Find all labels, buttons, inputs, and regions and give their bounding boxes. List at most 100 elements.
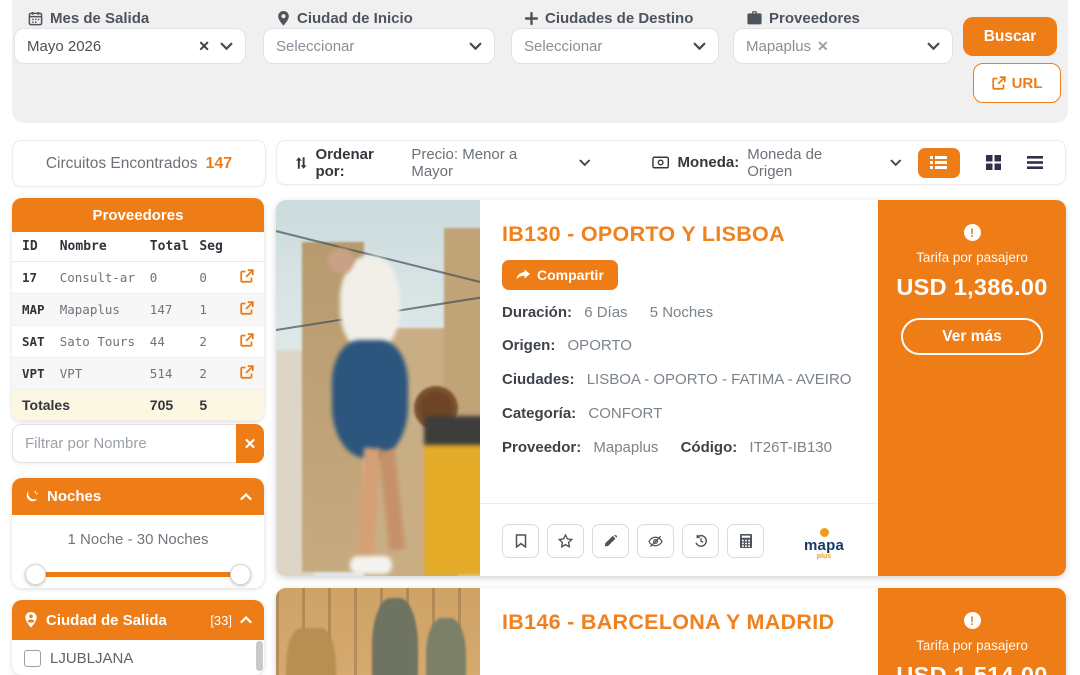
eye-off-icon — [648, 535, 663, 548]
provider-row: 17 Consult-ar 0 0 — [12, 262, 264, 294]
origin-row: Origen: OPORTO — [502, 335, 856, 357]
tour-title[interactable]: IB146 - BARCELONA Y MADRID — [502, 610, 842, 635]
month-select[interactable]: Mayo 2026 ✕ — [14, 28, 246, 64]
scrollbar[interactable] — [256, 641, 263, 671]
origin-select-placeholder: Seleccionar — [276, 38, 469, 55]
url-button[interactable]: URL — [973, 63, 1061, 103]
history-icon — [694, 534, 708, 548]
card-divider — [480, 503, 878, 504]
nights-panel-header[interactable]: Noches — [12, 478, 264, 515]
providers-label: Proveedores — [747, 8, 860, 28]
plus-icon — [525, 12, 538, 25]
price-value: USD 1,514.00 — [896, 662, 1047, 675]
nights-panel: Noches 1 Noche - 30 Noches — [12, 478, 264, 588]
provider-row: MAP Mapaplus 147 1 — [12, 294, 264, 326]
sort-bar: Ordenar por: Precio: Menor a Mayor Moned… — [276, 140, 1066, 185]
month-filter-group: Mes de Salida — [28, 8, 149, 28]
external-link-icon[interactable] — [240, 365, 254, 379]
sort-label: Ordenar por: — [315, 146, 403, 180]
providers-select[interactable]: Mapaplus✕ — [733, 28, 953, 64]
departure-city-header[interactable]: Ciudad de Salida [33] — [12, 600, 264, 640]
month-select-value: Mayo 2026 — [27, 38, 194, 55]
destinations-label: Ciudades de Destino — [525, 8, 693, 28]
chevron-down-icon[interactable] — [890, 159, 902, 167]
filter-bar: Mes de Salida Mayo 2026 ✕ Ciudad de Inic… — [12, 0, 1068, 123]
info-exclamation-icon[interactable]: ! — [964, 224, 981, 241]
briefcase-icon — [747, 11, 762, 25]
share-icon — [516, 269, 530, 281]
external-link-icon — [992, 76, 1006, 90]
calculator-button[interactable] — [727, 524, 764, 558]
duration-row: Duración: 6 Días 5 Noches — [502, 302, 856, 324]
departure-city-panel: Ciudad de Salida [33] LJUBLJANA — [12, 600, 264, 675]
providers-table-header-row: ID Nombre Total Seg — [12, 232, 264, 262]
price-panel: ! Tarifa por pasajero USD 1,514.00 — [878, 588, 1066, 675]
tour-card-body: IB146 - BARCELONA Y MADRID — [480, 588, 878, 675]
external-link-icon[interactable] — [240, 269, 254, 283]
destinations-select[interactable]: Seleccionar — [511, 28, 719, 64]
provider-row: SAT Sato Tours 44 2 — [12, 326, 264, 358]
city-option[interactable]: LJUBLJANA — [12, 640, 264, 675]
price-value: USD 1,386.00 — [896, 274, 1047, 301]
bookmark-button[interactable] — [502, 524, 539, 558]
edit-button[interactable] — [592, 524, 629, 558]
category-row: Categoría: CONFORT — [502, 403, 856, 425]
app: Mes de Salida Mayo 2026 ✕ Ciudad de Inic… — [0, 0, 1080, 675]
providers-table: ID Nombre Total Seg 17 Consult-ar 0 0 MA… — [12, 232, 264, 421]
info-exclamation-icon[interactable]: ! — [964, 612, 981, 629]
history-button[interactable] — [682, 524, 719, 558]
chevron-down-icon[interactable] — [579, 159, 591, 167]
cities-row: Ciudades: LISBOA - OPORTO - FATIMA - AVE… — [502, 369, 856, 391]
pencil-icon — [604, 535, 617, 548]
chevron-down-icon — [220, 42, 233, 51]
price-caption: Tarifa por pasajero — [916, 250, 1028, 265]
currency-label: Moneda: — [678, 154, 740, 171]
list-view-button[interactable] — [918, 148, 960, 178]
tour-photo — [276, 200, 480, 576]
providers-panel: Proveedores ID Nombre Total Seg 17 Consu… — [12, 198, 264, 421]
share-button[interactable]: Compartir — [502, 260, 618, 290]
sort-value[interactable]: Precio: Menor a Mayor — [411, 146, 556, 180]
slider-track[interactable] — [28, 572, 248, 577]
tour-card: IB146 - BARCELONA Y MADRID ! Tarifa por … — [276, 588, 1066, 675]
tour-title[interactable]: IB130 - OPORTO Y LISBOA — [502, 222, 856, 247]
currency-value[interactable]: Moneda de Origen — [747, 146, 866, 180]
city-checkbox[interactable] — [24, 650, 41, 667]
list-view-icon — [930, 156, 947, 169]
compact-view-button[interactable] — [1027, 156, 1043, 169]
city-option-label: LJUBLJANA — [50, 650, 133, 667]
card-action-row — [502, 524, 764, 558]
slider-handle-max[interactable] — [230, 564, 251, 585]
provider-name-filter-clear-button[interactable]: ✕ — [236, 424, 264, 463]
providers-filter-group: Proveedores — [747, 8, 860, 28]
calendar-icon — [28, 11, 43, 26]
buscar-button[interactable]: Buscar — [963, 17, 1057, 56]
star-icon — [558, 534, 573, 548]
departure-city-count: [33] — [210, 613, 232, 628]
nights-range-slider — [28, 564, 248, 584]
provider-name-filter: ✕ — [12, 424, 264, 463]
origin-select[interactable]: Seleccionar — [263, 28, 495, 64]
chevron-up-icon — [240, 616, 252, 624]
sort-arrows-icon — [295, 156, 307, 170]
ver-mas-button[interactable]: Ver más — [901, 318, 1043, 355]
price-panel: ! Tarifa por pasajero USD 1,386.00 Ver m… — [878, 200, 1066, 576]
grid-view-button[interactable] — [986, 155, 1001, 170]
external-link-icon[interactable] — [240, 333, 254, 347]
provider-name-filter-input[interactable] — [12, 424, 236, 463]
providers-totals-row: Totales 705 5 — [12, 390, 264, 421]
calculator-icon — [740, 534, 752, 548]
nights-range-label: 1 Noche - 30 Noches — [12, 515, 264, 548]
month-label: Mes de Salida — [28, 8, 149, 28]
month-clear-icon[interactable]: ✕ — [198, 38, 210, 55]
provider-tag-remove-icon[interactable]: ✕ — [817, 38, 829, 54]
external-link-icon[interactable] — [240, 301, 254, 315]
favorite-button[interactable] — [547, 524, 584, 558]
origin-filter-group: Ciudad de Inicio — [277, 8, 413, 28]
slider-handle-min[interactable] — [25, 564, 46, 585]
hide-button[interactable] — [637, 524, 674, 558]
logo-dot-icon — [820, 528, 829, 537]
results-count-value: 147 — [205, 155, 232, 173]
results-count-label: Circuitos Encontrados — [46, 155, 198, 173]
map-pin-icon — [277, 11, 290, 26]
